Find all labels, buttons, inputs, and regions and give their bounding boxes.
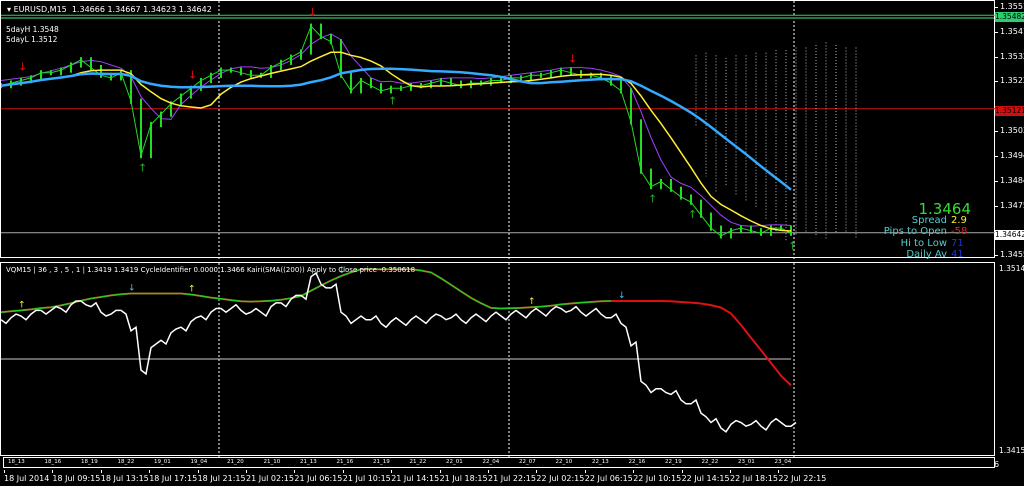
- time-strip-label: 22_19: [665, 459, 682, 465]
- date-tick: 22 Jul 14:15: [681, 470, 730, 483]
- indicator-axis-bottom: 1.3415: [999, 446, 1024, 455]
- hi-to-low-label: Hi to Low: [900, 238, 947, 249]
- price-tick: 1.35225: [994, 76, 1024, 85]
- symbol-label: EURUSD,M15: [13, 5, 67, 14]
- slow-moving-average: [1, 67, 792, 191]
- time-strip-label: 22_10: [555, 459, 573, 465]
- time-strip-label: 23_04: [774, 459, 792, 465]
- indicator-axis-top: 1.3514: [999, 264, 1024, 273]
- date-tick: 21 Jul 10:15: [342, 470, 391, 483]
- time-strip-label: 18_16: [44, 459, 62, 465]
- time-strip-label: 22_16: [628, 459, 646, 465]
- price-tick: 1.34750: [994, 201, 1024, 210]
- time-strip-label: 18_13: [8, 459, 25, 465]
- cycle-signal-arrow-icon: ↓: [618, 291, 626, 301]
- ohlc-label: 1.34666 1.34667 1.34623 1.34642: [71, 5, 212, 14]
- time-strip-label: 19_01: [154, 459, 171, 465]
- price-tick: 1.34845: [994, 176, 1024, 185]
- date-tick: 21 Jul 18:15: [439, 470, 488, 483]
- time-strip-label: 22_22: [701, 459, 719, 465]
- time-strip-label: 21_16: [336, 459, 354, 465]
- main-chart-window[interactable]: ↓ ↓ ↓ ↓ ↑ ↑ ↑ ↑ ↑ ▾ EURUSD,M15 1.34666 1.34667 1…: [0, 0, 996, 260]
- time-strip-label: 22_13: [592, 459, 609, 465]
- price-tick: 1.34940: [994, 151, 1024, 160]
- title-separator: [1, 17, 994, 19]
- spread-value: 2.9: [951, 215, 967, 226]
- spread-label: Spread: [911, 215, 947, 226]
- cycle-signal-arrow-icon: ↓: [128, 284, 136, 294]
- trend-envelope-red: [1, 268, 792, 387]
- time-strip-label: 22_01: [446, 459, 463, 465]
- cycle-signal-arrow-icon: ↑: [528, 297, 536, 307]
- price-tick: 1.35035: [994, 126, 1024, 135]
- indicator-window[interactable]: ↑ ↑ ↑ ↓ ↓ ↓ VQM15 | 36 , 3 , 5 , 1 | 1.3419 1…: [0, 262, 996, 457]
- time-strip-label: 21_13: [300, 459, 317, 465]
- buy-arrow-icon: ↑: [138, 162, 147, 175]
- indicator-chart[interactable]: ↑↑↑↓↓↓: [1, 263, 996, 457]
- buy-arrow-icon: ↑: [688, 208, 697, 221]
- chart-title: ▾ EURUSD,M15 1.34666 1.34667 1.34623 1.3…: [7, 5, 212, 14]
- time-strip-label: 18_22: [117, 459, 135, 465]
- daily-average-label: Daily Av: [906, 249, 947, 260]
- cycle-signal-arrow-icon: ↑: [188, 284, 196, 294]
- price-tick: 1.35510: [994, 2, 1024, 11]
- pips-to-open-label: Pips to Open: [883, 226, 947, 237]
- sell-arrow-icon: ↓: [18, 61, 27, 74]
- current-price-box: 1.34642: [995, 230, 1024, 240]
- time-strip-label: 21_22: [409, 459, 427, 465]
- red-level-price-box: 1.35121: [995, 106, 1024, 116]
- time-strip-label: 18_19: [81, 459, 98, 465]
- date-tick: 18 Jul 09:15: [52, 470, 101, 483]
- date-tick: 22 Jul 18:15: [730, 470, 778, 483]
- indicator-title: VQM15 | 36 , 3 , 5 , 1 | 1.3419 1.3419 C…: [6, 266, 416, 274]
- five-day-high: 5dayH 1.3548: [6, 25, 59, 34]
- price-tick: 1.34550: [994, 250, 1024, 259]
- price-line: [1, 25, 792, 237]
- pips-to-open-value: -58: [951, 226, 968, 237]
- cycle-signal-arrow-icon: ↑: [18, 300, 26, 310]
- sell-arrow-icon: ↓: [568, 53, 577, 66]
- date-tick: 22 Jul 10:15: [633, 470, 682, 483]
- date-tick: 22 Jul 02:15: [536, 470, 585, 483]
- date-tick: 21 Jul 14:15: [391, 470, 440, 483]
- fast-moving-average: [1, 51, 792, 232]
- date-tick: 21 Jul 06:15: [294, 470, 343, 483]
- date-tick: 18 Jul 13:15: [100, 470, 149, 483]
- date-tick: 21 Jul 02:15: [246, 470, 294, 483]
- buy-arrow-icon: ↑: [788, 239, 797, 252]
- date-tick: 22 Jul 22:15: [778, 470, 827, 483]
- date-tick: 21 Jul 22:15: [488, 470, 536, 483]
- date-tick: 18 Jul 21:15: [197, 470, 246, 483]
- hi-to-low-value: 71: [951, 238, 964, 249]
- buy-arrow-icon: ↑: [648, 193, 657, 206]
- purple-indicator-line: [1, 33, 792, 227]
- price-tick: 1.35415: [994, 27, 1024, 36]
- green-level-price-box: 1.35482: [995, 12, 1024, 22]
- price-tick: 1.35320: [994, 52, 1024, 61]
- date-tick: 22 Jul 06:15: [584, 470, 633, 483]
- time-strip-label: 21_19: [373, 459, 390, 465]
- daily-average-value: 41: [951, 249, 964, 260]
- sell-arrow-icon: ↓: [188, 68, 197, 81]
- time-strip-label: 21_20: [227, 459, 244, 465]
- date-tick: 18 Jul 17:15: [149, 470, 198, 483]
- oscillator-line: [1, 271, 797, 433]
- time-strip-label: 22_07: [519, 459, 536, 465]
- date-tick: 18 Jul 2014: [4, 470, 50, 483]
- time-strip-label: 22_04: [482, 459, 500, 465]
- five-day-low: 5dayL 1.3512: [6, 35, 58, 44]
- time-strip-label: 21_10: [263, 459, 281, 465]
- time-strip-label: 19_04: [190, 459, 208, 465]
- time-strip-label: 23_01: [738, 459, 755, 465]
- buy-arrow-icon: ↑: [388, 94, 397, 107]
- price-chart[interactable]: ↓↓↓↓↑↑↑↑↑: [1, 1, 996, 259]
